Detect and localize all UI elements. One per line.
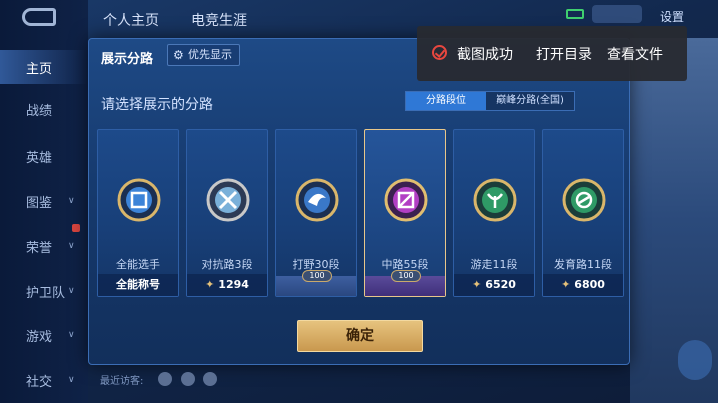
confirm-button[interactable]: 确定	[297, 320, 423, 352]
lane-badge-icon	[295, 178, 339, 222]
hero-shortcut-button[interactable]	[678, 340, 712, 380]
avatar[interactable]	[181, 372, 195, 386]
notification-dot	[72, 224, 80, 232]
open-directory-link[interactable]: 打开目录	[536, 44, 592, 64]
sidebar-item-social[interactable]: 社交 ∨	[0, 363, 88, 397]
battery-icon	[566, 9, 584, 19]
avatar[interactable]	[158, 372, 172, 386]
lane-foot: ✦ 6800	[543, 274, 623, 296]
chevron-down-icon: ∨	[68, 330, 75, 340]
star-points-icon: ✦	[472, 278, 482, 291]
segment-control: 分路段位 巅峰分路(全国)	[405, 91, 575, 111]
lane-foot-text: 6520	[485, 278, 516, 291]
lane-foot-text: 全能称号	[116, 278, 160, 291]
lane-foot-text: 1294	[218, 278, 249, 291]
dialog-prompt: 请选择展示的分路	[101, 97, 213, 113]
lane-card-support[interactable]: 游走11段 ✦ 6520	[453, 129, 535, 297]
lane-badge-icon	[562, 178, 606, 222]
tab-lane-rank[interactable]: 分路段位	[406, 92, 486, 110]
rank-pill: 100	[391, 270, 421, 282]
lane-display-dialog: 展示分路 ⚙ 优先显示 请选择展示的分路 分路段位 巅峰分路(全国) 全能选手 …	[88, 38, 630, 365]
lane-badge-icon	[117, 178, 161, 222]
rank-pill: 100	[302, 270, 332, 282]
tab-esports[interactable]: 电竞生涯	[191, 10, 247, 30]
left-sidebar: 主页 战绩 英雄 图鉴 ∨ 荣誉 ∨ 护卫队 ∨ 游戏 ∨ 社交 ∨	[0, 0, 88, 403]
sidebar-item-label: 战绩	[26, 103, 53, 119]
sidebar-item-label: 英雄	[26, 150, 53, 166]
settings-button[interactable]: 设置	[660, 8, 684, 25]
lane-card-jungle[interactable]: 打野30段 100	[275, 129, 357, 297]
sidebar-item-home[interactable]: 主页	[0, 50, 88, 84]
screenshot-toast: 截图成功 打开目录 查看文件	[417, 26, 687, 81]
lane-foot: 全能称号	[98, 274, 178, 296]
toast-message: 截图成功	[457, 47, 513, 63]
tab-profile[interactable]: 个人主页	[103, 10, 159, 30]
star-points-icon: ✦	[561, 278, 571, 291]
lane-foot: ✦ 1294	[187, 274, 267, 296]
sidebar-item-guard[interactable]: 护卫队 ∨	[0, 274, 88, 308]
lane-name: 对抗路3段	[201, 258, 253, 271]
priority-label: 优先显示	[188, 48, 232, 61]
lane-foot-text: 6800	[574, 278, 605, 291]
sidebar-item-label: 护卫队	[26, 285, 66, 301]
gear-icon: ⚙	[173, 48, 184, 62]
sidebar-item-heroes[interactable]: 英雄	[0, 139, 88, 173]
lane-name: 游走11段	[470, 258, 518, 271]
sidebar-item-record[interactable]: 战绩	[0, 92, 88, 126]
tab-peak-lane[interactable]: 巅峰分路(全国)	[486, 92, 574, 110]
sidebar-item-label: 图鉴	[26, 195, 53, 211]
lane-foot: ✦ 6520	[454, 274, 534, 296]
sidebar-item-label: 游戏	[26, 329, 53, 345]
chevron-down-icon: ∨	[68, 375, 75, 385]
check-circle-icon	[432, 45, 447, 60]
lane-badge-icon	[206, 178, 250, 222]
lane-badge-icon	[473, 178, 517, 222]
lane-card-mid[interactable]: 中路55段 100	[364, 129, 446, 297]
lane-name: 发育路11段	[554, 258, 612, 271]
back-icon[interactable]	[22, 8, 56, 26]
chevron-down-icon: ∨	[68, 196, 75, 206]
lane-card-all[interactable]: 全能选手 全能称号	[97, 129, 179, 297]
sidebar-item-honor[interactable]: 荣誉 ∨	[0, 229, 88, 263]
sidebar-item-label: 荣誉	[26, 240, 53, 256]
lane-badge-icon	[384, 178, 428, 222]
sidebar-item-catalog[interactable]: 图鉴 ∨	[0, 184, 88, 218]
status-chip	[592, 5, 642, 23]
view-file-link[interactable]: 查看文件	[607, 44, 663, 64]
chevron-down-icon: ∨	[68, 286, 75, 296]
avatar[interactable]	[203, 372, 217, 386]
dialog-title: 展示分路	[101, 52, 154, 67]
lane-card-top[interactable]: 对抗路3段 ✦ 1294	[186, 129, 268, 297]
sidebar-item-label: 主页	[26, 61, 53, 77]
chevron-down-icon: ∨	[68, 241, 75, 251]
sidebar-item-games[interactable]: 游戏 ∨	[0, 318, 88, 352]
recent-visitors-label: 最近访客:	[100, 376, 144, 387]
priority-display-button[interactable]: ⚙ 优先显示	[167, 44, 240, 66]
lane-card-adc[interactable]: 发育路11段 ✦ 6800	[542, 129, 624, 297]
sidebar-item-label: 社交	[26, 374, 53, 390]
star-points-icon: ✦	[205, 278, 215, 291]
lane-name: 全能选手	[116, 258, 160, 271]
